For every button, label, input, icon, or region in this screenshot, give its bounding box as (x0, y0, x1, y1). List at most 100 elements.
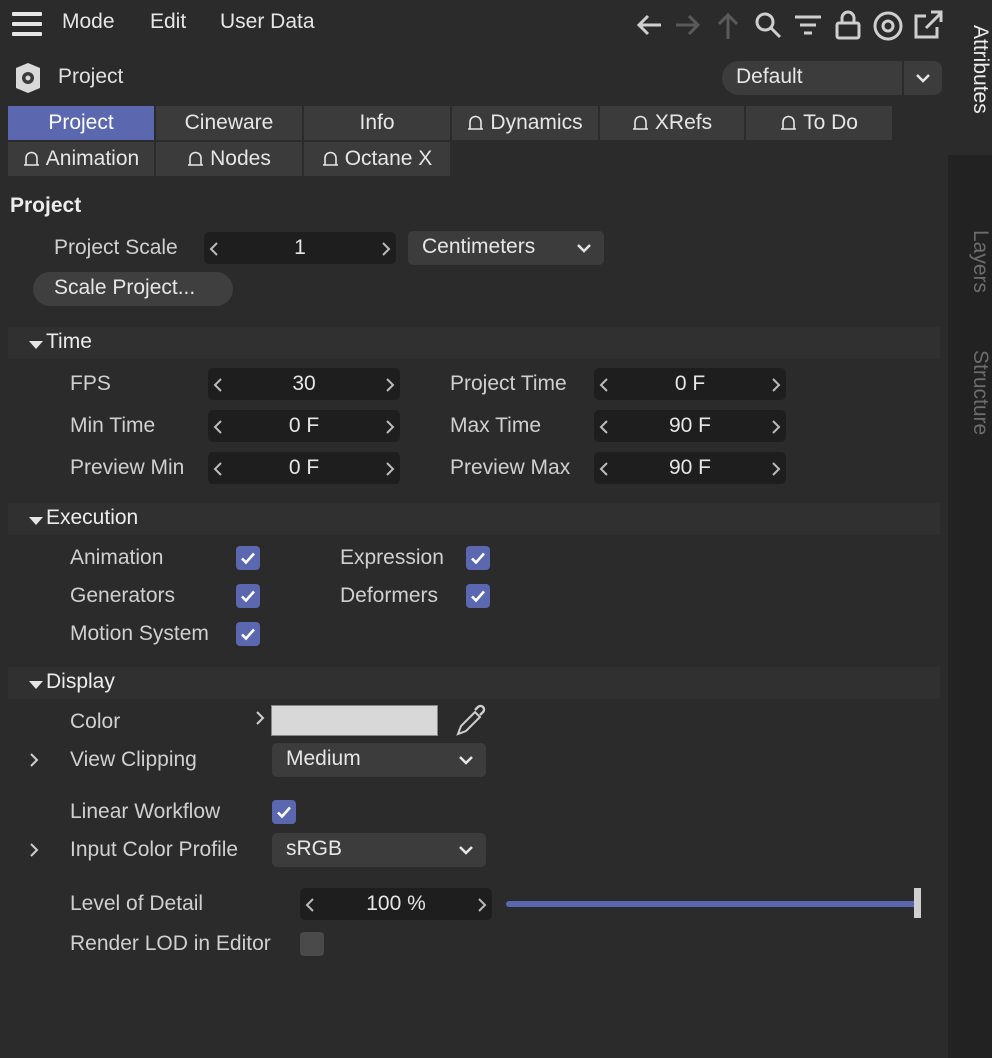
view-clipping-select[interactable]: Medium (272, 743, 486, 777)
render-lod-checkbox[interactable] (300, 932, 324, 956)
preview-max-value: 90 F (668, 456, 712, 479)
arrow-left-icon[interactable] (633, 8, 665, 42)
tab-animation[interactable]: Animation (8, 142, 154, 176)
open-external-icon[interactable] (912, 8, 944, 42)
chevron-right-icon[interactable] (771, 377, 781, 393)
tab-project[interactable]: Project (8, 106, 154, 140)
project-scale-field[interactable]: 1 (204, 232, 396, 264)
deformers-checkbox[interactable] (466, 584, 490, 608)
fps-field[interactable]: 30 (208, 368, 400, 400)
chevron-right-icon[interactable] (771, 461, 781, 477)
checkmark-icon (241, 628, 255, 641)
linear-workflow-checkbox[interactable] (272, 800, 296, 824)
tab-octane-x[interactable]: Octane X (304, 142, 450, 176)
object-title: Project (58, 65, 124, 88)
fps-value: 30 (292, 372, 316, 395)
side-tab-attributes[interactable]: Attributes (948, 25, 992, 114)
level-of-detail-value: 100 % (366, 892, 426, 915)
checkmark-icon (241, 552, 255, 565)
preview-min-field[interactable]: 0 F (208, 452, 400, 484)
execution-section-header[interactable]: Execution (8, 503, 940, 535)
generators-label: Generators (70, 584, 176, 607)
max-time-field[interactable]: 90 F (594, 410, 786, 442)
tab-todo[interactable]: To Do (746, 106, 892, 140)
menu-user-data[interactable]: User Data (220, 10, 315, 34)
checkmark-icon (277, 806, 291, 819)
triangle-down-icon (29, 517, 43, 525)
bell-icon (188, 151, 204, 166)
lock-icon[interactable] (832, 8, 864, 42)
tab-info[interactable]: Info (304, 106, 450, 140)
chevron-right-icon[interactable] (385, 461, 395, 477)
menu-bar: Mode Edit User Data (0, 0, 948, 50)
input-color-profile-value: sRGB (286, 837, 343, 860)
target-icon[interactable] (872, 8, 904, 42)
preview-min-label: Preview Min (70, 456, 185, 479)
color-label: Color (70, 710, 121, 733)
view-clipping-expand-icon[interactable] (28, 751, 40, 769)
motion-system-checkbox[interactable] (236, 622, 260, 646)
max-time-value: 90 F (668, 414, 712, 437)
expression-label: Expression (340, 546, 444, 569)
preview-min-value: 0 F (288, 456, 320, 479)
arrow-right-icon[interactable] (672, 8, 704, 42)
checkmark-icon (471, 590, 485, 603)
chevron-down-icon (459, 846, 473, 855)
tab-label: Cineware (184, 111, 274, 134)
tab-dynamics[interactable]: Dynamics (452, 106, 598, 140)
project-scale-value: 1 (294, 236, 306, 259)
animation-checkbox[interactable] (236, 546, 260, 570)
side-tab-structure[interactable]: Structure (948, 350, 992, 435)
scale-unit-select[interactable]: Centimeters (408, 231, 604, 265)
expression-checkbox[interactable] (466, 546, 490, 570)
side-tab-layers[interactable]: Layers (948, 230, 992, 293)
tab-label: XRefs (654, 111, 713, 134)
view-clipping-label: View Clipping (70, 748, 197, 771)
chevron-right-icon[interactable] (381, 241, 391, 257)
tab-label: Project (48, 111, 114, 134)
level-of-detail-slider[interactable] (506, 901, 918, 907)
menu-edit[interactable]: Edit (150, 10, 186, 34)
project-gear-icon (15, 63, 41, 93)
tab-xrefs[interactable]: XRefs (600, 106, 744, 140)
chevron-right-icon[interactable] (477, 897, 487, 913)
chevron-down-icon (459, 756, 473, 765)
filter-icon[interactable] (792, 8, 824, 42)
arrow-up-icon[interactable] (712, 8, 744, 42)
tab-nodes[interactable]: Nodes (156, 142, 302, 176)
triangle-down-icon (29, 681, 43, 689)
display-section-header[interactable]: Display (8, 667, 940, 699)
level-of-detail-field[interactable]: 100 % (300, 888, 492, 920)
chevron-right-icon[interactable] (771, 419, 781, 435)
project-time-field[interactable]: 0 F (594, 368, 786, 400)
chevron-down-icon[interactable] (904, 61, 942, 95)
generators-checkbox[interactable] (236, 584, 260, 608)
tab-label: Info (359, 111, 395, 134)
checkmark-icon (471, 552, 485, 565)
input-color-profile-expand-icon[interactable] (28, 841, 40, 859)
eyedropper-icon[interactable] (454, 704, 488, 738)
tab-cineware[interactable]: Cineware (156, 106, 302, 140)
color-swatch[interactable] (271, 705, 438, 736)
bell-icon (322, 151, 338, 166)
time-section-header[interactable]: Time (8, 327, 940, 359)
level-of-detail-label: Level of Detail (70, 892, 204, 915)
input-color-profile-select[interactable]: sRGB (272, 833, 486, 867)
scale-project-button[interactable]: Scale Project... (33, 272, 233, 306)
preview-max-field[interactable]: 90 F (594, 452, 786, 484)
view-clipping-value: Medium (286, 747, 361, 770)
search-icon[interactable] (752, 8, 784, 42)
min-time-value: 0 F (288, 414, 320, 437)
chevron-right-icon[interactable] (254, 709, 266, 727)
level-of-detail-slider-handle[interactable] (914, 888, 921, 918)
chevron-right-icon[interactable] (385, 377, 395, 393)
tab-label: Animation (45, 147, 140, 170)
chevron-down-icon (577, 244, 591, 253)
min-time-field[interactable]: 0 F (208, 410, 400, 442)
menu-mode[interactable]: Mode (62, 10, 115, 34)
mode-select[interactable]: Default (722, 61, 902, 95)
scale-unit-value: Centimeters (422, 235, 536, 258)
chevron-right-icon[interactable] (385, 419, 395, 435)
hamburger-menu-icon[interactable] (12, 12, 42, 36)
bell-icon (632, 115, 648, 130)
